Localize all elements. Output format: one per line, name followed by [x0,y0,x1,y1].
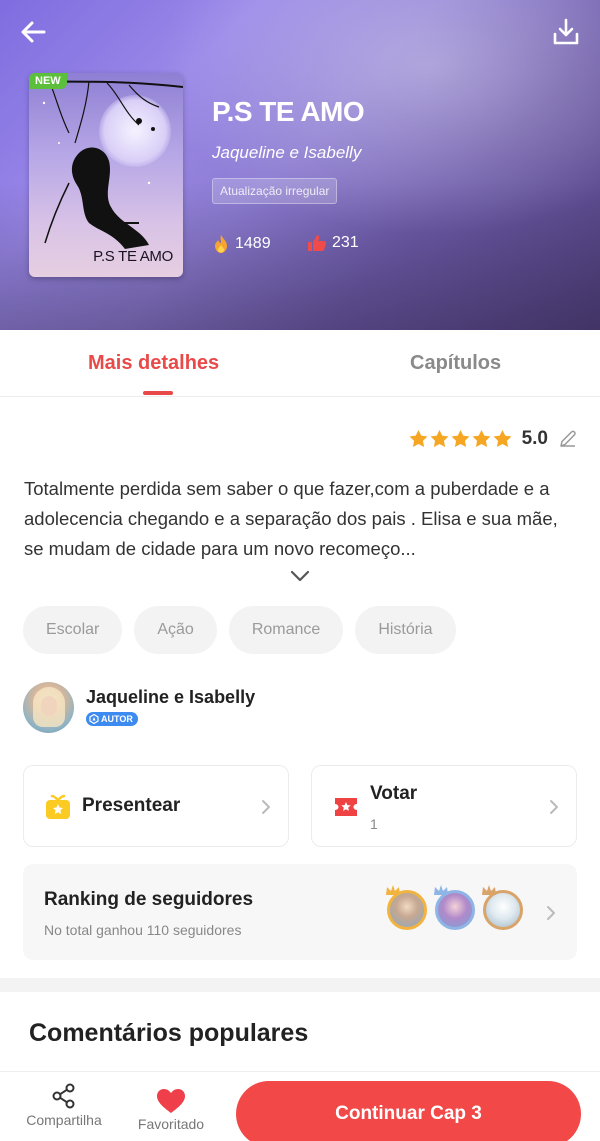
share-label: Compartilha [26,1112,102,1128]
rating[interactable]: 5.0 [409,428,578,450]
gift-label: Presentear [82,795,181,816]
active-tab-indicator [143,391,173,395]
author-name[interactable]: Jaqueline e Isabelly [86,687,255,708]
book-title: P.S TE AMO [212,96,365,127]
back-arrow-icon[interactable] [18,16,50,48]
crown-icon [386,885,400,895]
genre-tags: Escolar Ação Romance História [23,606,456,654]
book-cover[interactable]: P.S TE AMO [29,73,183,277]
author-row[interactable]: Jaqueline e Isabelly AUTOR [23,682,255,733]
vote-label: Votar [370,783,418,804]
crown-icon [482,885,496,895]
book-description: Totalmente perdida sem saber o que fazer… [24,478,558,559]
likes-stat: 231 [307,234,359,252]
tab-chapters[interactable]: Capítulos [410,352,501,375]
cover-silhouette-illustration [29,80,183,249]
followers-ranking[interactable]: Ranking de seguidores No total ganhou 11… [23,864,577,960]
author-avatar[interactable] [23,682,74,733]
fire-icon [215,235,227,253]
share-button[interactable]: Compartilha [19,1082,109,1128]
tag-historia[interactable]: História [355,606,456,654]
ranking-subtitle: No total ganhou 110 seguidores [44,922,242,938]
vote-count: 1 [370,816,378,832]
tab-details[interactable]: Mais detalhes [88,352,219,375]
rating-value: 5.0 [521,428,548,449]
new-badge: NEW [29,73,67,89]
author-badge: AUTOR [86,711,138,726]
update-status-tag: Atualização irregular [212,178,338,204]
thumbs-up-icon [308,235,327,251]
continue-reading-button[interactable]: Continuar Cap 3 [236,1081,581,1141]
star-icon [472,430,491,448]
bottom-action-bar: Compartilha Favoritado Continuar Cap 3 [0,1071,600,1141]
chevron-right-icon [547,906,555,920]
chevron-right-icon [262,800,270,814]
follower-avatar-silver[interactable] [434,885,475,930]
top-followers [386,885,523,930]
ranking-title: Ranking de seguidores [44,889,254,910]
avatar-face [41,696,57,716]
heart-icon [157,1089,185,1113]
follower-avatar-bronze[interactable] [482,885,523,930]
author-badge-icon [89,713,99,724]
author-info: Jaqueline e Isabelly AUTOR [86,687,255,729]
follower-avatar-gold[interactable] [386,885,427,930]
tag-acao[interactable]: Ação [134,606,217,654]
tag-romance[interactable]: Romance [228,606,344,654]
favorite-label: Favoritado [137,1116,205,1132]
gift-icon [46,794,70,819]
star-icon [493,430,512,448]
star-icon [451,430,470,448]
share-icon [52,1083,75,1109]
download-icon[interactable] [550,16,582,48]
chevron-down-icon[interactable] [289,569,311,583]
tag-escolar[interactable]: Escolar [23,606,123,654]
book-author[interactable]: Jaqueline e Isabelly [212,143,361,163]
chevron-right-icon [550,800,558,814]
reads-count: 1489 [235,235,271,252]
favorite-button[interactable]: Favoritado [126,1088,216,1132]
cover-title-text: P.S TE AMO [93,248,173,265]
reads-stat: 1489 [212,234,271,254]
book-header: P.S TE AMO NEW P.S TE AMO Jaqueline e Is… [0,0,600,330]
popular-comments-heading: Comentários populares [29,1019,309,1047]
gift-button[interactable]: Presentear [23,765,289,847]
vote-button[interactable]: Votar 1 [311,765,577,847]
star-icon [409,430,428,448]
likes-count: 231 [332,234,359,251]
rating-stars [409,430,512,448]
crown-icon [434,885,448,895]
edit-pencil-icon[interactable] [558,429,578,449]
star-icon [430,430,449,448]
detail-tabs: Mais detalhes Capítulos [0,330,600,397]
section-divider [0,978,600,992]
author-badge-label: AUTOR [101,713,133,724]
vote-ticket-icon [335,798,357,816]
